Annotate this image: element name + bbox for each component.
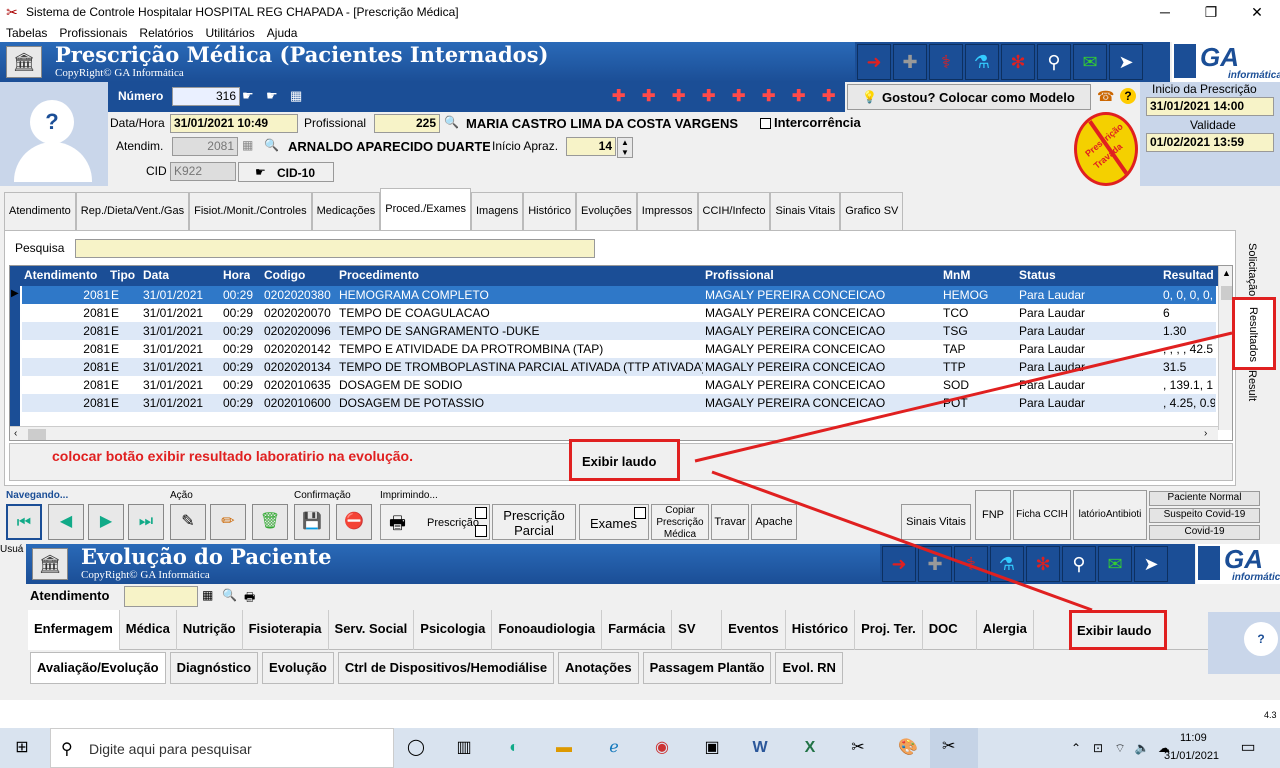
annotation-arrows bbox=[694, 331, 1233, 612]
taskbar-search[interactable]: ⚲ Digite aqui para pesquisar bbox=[50, 728, 394, 768]
active-app-icon: ✂ bbox=[942, 738, 956, 755]
edge-icon[interactable]: ◐ bbox=[502, 736, 526, 760]
taskbar-search-text: Digite aqui para pesquisar bbox=[89, 741, 252, 757]
task-view-icon[interactable]: ▥ bbox=[452, 736, 476, 760]
clock-date[interactable]: 31/01/2021 bbox=[1164, 750, 1219, 762]
chrome-icon[interactable]: ◉ bbox=[650, 736, 674, 760]
hospital-app-icon[interactable]: ✂ bbox=[846, 736, 870, 760]
clock-time[interactable]: 11:09 bbox=[1180, 732, 1207, 744]
tray-up-icon[interactable]: ⌃ bbox=[1064, 736, 1088, 760]
network-icon[interactable]: ▣ bbox=[700, 736, 724, 760]
search-icon: ⚲ bbox=[61, 741, 73, 758]
arrow-to-evolucao-laudo bbox=[711, 470, 1093, 612]
notifications-icon[interactable]: ▭ bbox=[1236, 736, 1260, 760]
tray-wifi-icon[interactable]: ⌔ bbox=[1108, 736, 1132, 760]
word-icon[interactable]: W bbox=[748, 736, 772, 760]
cortana-icon[interactable]: ◯ bbox=[404, 736, 428, 760]
taskbar: ⊞ ⚲ Digite aqui para pesquisar ◯ ▥ ◐ ▬ ℯ… bbox=[0, 728, 1280, 768]
tray-volume-icon[interactable]: 🔈 bbox=[1130, 736, 1154, 760]
paint-icon[interactable]: 🎨 bbox=[896, 736, 920, 760]
tray-network-icon[interactable]: ⊡ bbox=[1086, 736, 1110, 760]
windows-start-icon[interactable]: ⊞ bbox=[10, 736, 34, 760]
file-explorer-icon[interactable]: ▬ bbox=[552, 736, 576, 760]
arrow-to-resultados bbox=[694, 331, 1233, 463]
active-app-slot[interactable]: ✂ bbox=[930, 728, 978, 768]
ie-icon[interactable]: ℯ bbox=[602, 736, 626, 760]
excel-icon[interactable]: X bbox=[798, 736, 822, 760]
